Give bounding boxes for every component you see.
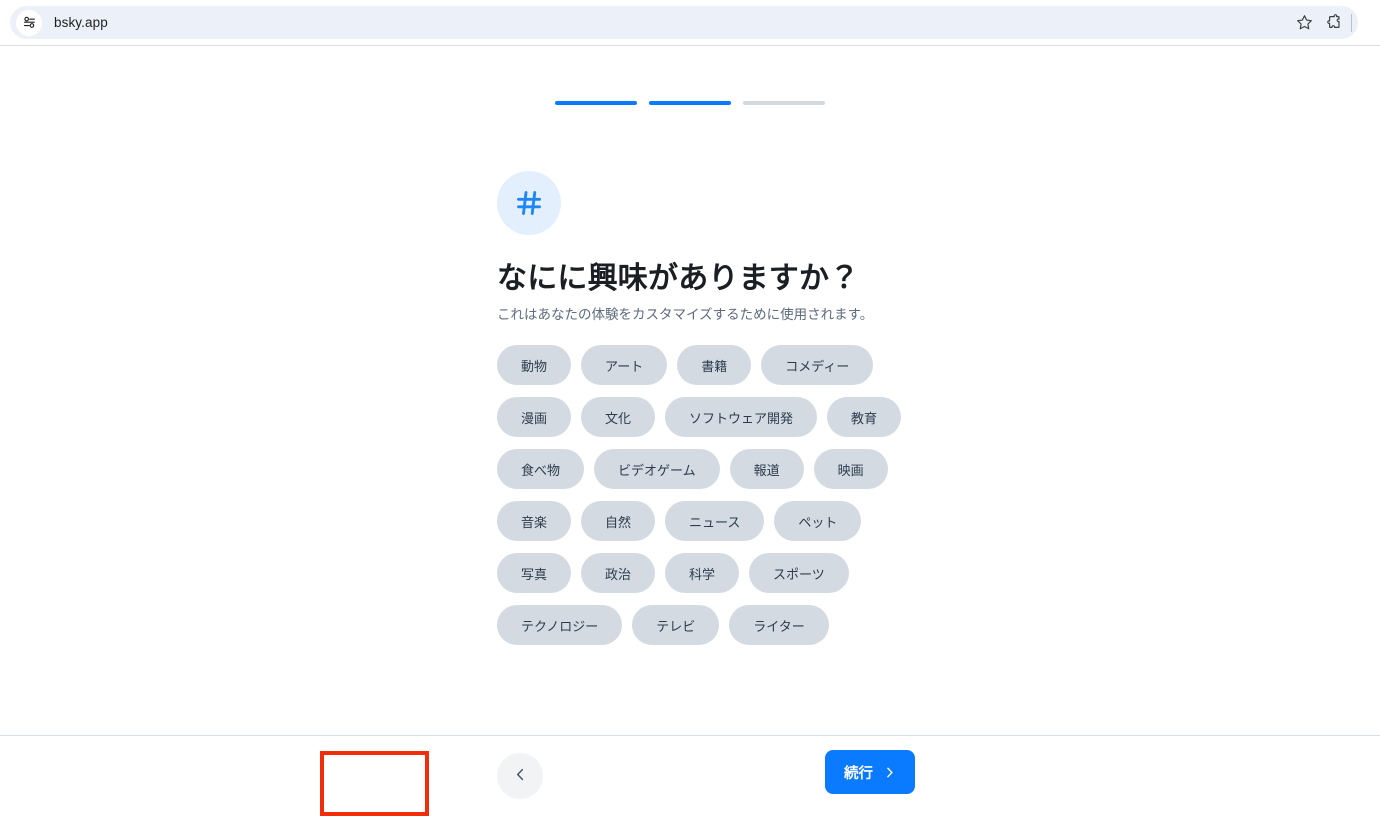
interest-chip[interactable]: 報道	[729, 449, 804, 489]
address-bar[interactable]: bsky.app	[10, 6, 1358, 39]
interest-chip[interactable]: 漫画	[497, 397, 572, 437]
onboarding-content: なにに興味がありますか？ これはあなたの体験をカスタマイズするために使用されます…	[0, 46, 1380, 735]
interest-chip[interactable]: コメディー	[761, 345, 874, 385]
interest-chip[interactable]: 食べ物	[497, 449, 585, 489]
continue-button-label: 続行	[844, 765, 873, 782]
onboarding-footer	[0, 735, 1380, 830]
interest-chip[interactable]: スポーツ	[749, 553, 849, 593]
interest-chip[interactable]: アート	[581, 345, 668, 385]
page-subtitle: これはあなたの体験をカスタマイズするために使用されます。	[497, 307, 874, 322]
chevron-left-icon	[513, 767, 528, 785]
interest-chip[interactable]: 政治	[581, 553, 656, 593]
interest-chip[interactable]: 自然	[581, 501, 656, 541]
step-progress	[0, 101, 1380, 105]
continue-button[interactable]: 続行	[825, 750, 915, 794]
puzzle-piece-icon[interactable]	[1319, 8, 1349, 38]
interest-chip[interactable]: ペット	[774, 501, 862, 541]
page-title: なにに興味がありますか？	[497, 262, 860, 295]
interest-chip[interactable]: ニュース	[665, 501, 765, 541]
interest-chip-list: 動物 アート 書籍 コメディー漫画 文化 ソフトウェア開発 教育食べ物 ビデオゲーム 報道 映画音…	[497, 345, 917, 645]
site-settings-tune-icon[interactable]	[16, 9, 42, 36]
browser-toolbar: bsky.app	[0, 0, 1380, 46]
back-button[interactable]	[497, 753, 543, 799]
url-text[interactable]: bsky.app	[54, 15, 1289, 30]
interest-chip[interactable]: 文化	[581, 397, 656, 437]
interest-chip[interactable]: 映画	[813, 449, 888, 489]
interest-chip[interactable]: 写真	[497, 553, 572, 593]
chevron-right-icon	[883, 766, 896, 779]
interest-chip[interactable]: ソフトウェア開発	[665, 397, 818, 437]
continue-button-highlight	[320, 751, 429, 816]
interest-chip[interactable]: 科学	[665, 553, 740, 593]
interest-chip[interactable]: 動物	[497, 345, 572, 385]
toolbar-divider	[1351, 13, 1352, 32]
interest-chip[interactable]: テレビ	[632, 605, 720, 645]
interest-chip[interactable]: テクノロジー	[497, 605, 623, 645]
interest-chip[interactable]: 書籍	[677, 345, 752, 385]
page-body: なにに興味がありますか？ これはあなたの体験をカスタマイズするために使用されます…	[0, 46, 1380, 830]
interest-chip[interactable]: 音楽	[497, 501, 572, 541]
star-icon[interactable]	[1289, 8, 1319, 38]
step-bar-3	[743, 101, 825, 105]
interest-chip[interactable]: ビデオゲーム	[594, 449, 720, 489]
hashtag-icon	[497, 171, 561, 235]
interest-chip[interactable]: ライター	[729, 605, 829, 645]
interest-chip[interactable]: 教育	[827, 397, 902, 437]
step-bar-1	[555, 101, 637, 105]
step-bar-2	[649, 101, 731, 105]
